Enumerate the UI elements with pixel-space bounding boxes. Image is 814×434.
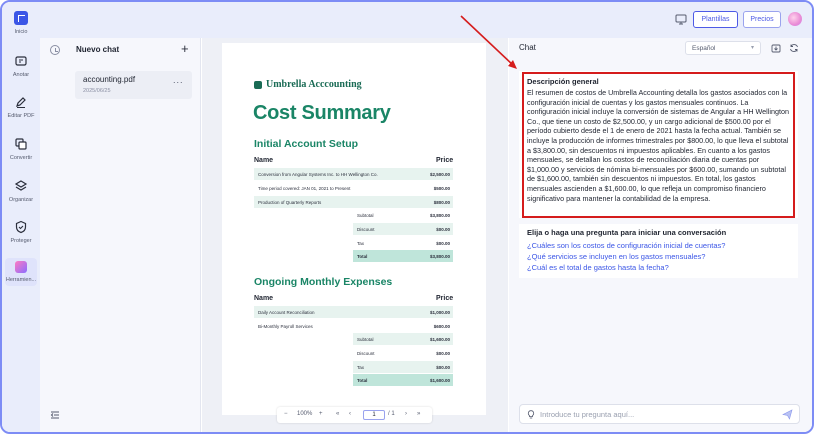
- question-input[interactable]: [540, 408, 770, 420]
- table-row: Conversion from Angular Systems Inc. to …: [254, 168, 453, 180]
- rail-label: Organizar: [8, 197, 34, 203]
- rail-item-home[interactable]: Inicio: [2, 11, 40, 35]
- avatar[interactable]: [788, 12, 802, 26]
- rail-item-organize[interactable]: Organizar: [2, 179, 40, 203]
- table-row: Production of Quarterly Reports $800.00: [254, 196, 453, 208]
- brand-logo: Umbrella Acccounting: [254, 79, 362, 90]
- send-icon[interactable]: [782, 409, 793, 420]
- table-row: Bi-Monthly Payroll Services $600.00: [258, 324, 450, 329]
- document-card[interactable]: accounting.pdf 2025/06/25 ...: [75, 71, 192, 99]
- new-chat-plus-button[interactable]: +: [181, 41, 189, 56]
- collapse-panel-icon[interactable]: [50, 410, 60, 423]
- language-value: Español: [692, 45, 716, 52]
- brand-name: Umbrella Acccounting: [266, 79, 362, 90]
- rail-label: Anotar: [12, 72, 30, 78]
- chat-title: Chat: [519, 43, 536, 52]
- chat-list-panel: Nuevo chat + accounting.pdf 2025/06/25 .…: [40, 38, 201, 432]
- subtotal-row: Subtotal $1,600.00: [353, 333, 453, 345]
- suggested-question[interactable]: ¿Cuál es el total de gastos hasta la fec…: [527, 263, 669, 272]
- initial-setup-heading: Initial Account Setup: [254, 138, 359, 150]
- question-input-box: [519, 404, 800, 424]
- chat-panel: Chat Español ▾ Descripción general El re…: [509, 38, 812, 432]
- total-row: Total $3,800.00: [353, 250, 453, 262]
- lightbulb-icon[interactable]: [527, 410, 535, 419]
- more-options-button[interactable]: ...: [173, 75, 184, 85]
- zoom-in-button[interactable]: +: [319, 411, 323, 417]
- col-head-name: Name: [254, 295, 274, 302]
- suggested-question[interactable]: ¿Qué servicios se incluyen en los gastos…: [527, 252, 705, 261]
- summary-body: El resumen de costos de Umbrella Account…: [527, 88, 789, 203]
- discount-row: Discount $00.00: [357, 351, 450, 356]
- rail-item-annotate[interactable]: Anotar: [2, 54, 40, 78]
- refresh-icon[interactable]: [789, 43, 799, 53]
- pdf-page: Umbrella Acccounting Cost Summary Initia…: [222, 43, 486, 415]
- rail-item-protect[interactable]: Proteger: [2, 220, 40, 244]
- zoom-toolbar: − 100% + « ‹ 1 / 1 › »: [277, 407, 432, 423]
- rail-item-edit-pdf[interactable]: Editar PDF: [2, 95, 40, 119]
- tools-icon: [15, 261, 27, 273]
- layers-icon: [14, 180, 28, 191]
- table-row: Time period covered: JAN 01, 2021 to Pre…: [258, 186, 450, 191]
- table-row: Daily Account Reconciliation $1,000.00: [254, 306, 453, 318]
- questions-title: Elija o haga una pregunta para iniciar u…: [527, 228, 727, 237]
- first-page-button[interactable]: «: [336, 411, 339, 417]
- col-head-price: Price: [436, 295, 454, 302]
- document-name: accounting.pdf: [83, 75, 136, 84]
- convert-icon: [15, 138, 27, 150]
- language-select[interactable]: Español ▾: [685, 41, 761, 55]
- pricing-button[interactable]: Precios: [743, 11, 781, 28]
- tax-row: Tax $00.00: [353, 361, 453, 373]
- app-logo-icon: [14, 11, 28, 25]
- zoom-level[interactable]: 100%: [297, 411, 312, 417]
- templates-button[interactable]: Plantillas: [693, 11, 738, 28]
- col-head-name: Name: [254, 157, 274, 164]
- rail-item-tools[interactable]: Herramien...: [2, 258, 40, 286]
- summary-title: Descripción general: [527, 77, 599, 86]
- document-date: 2025/06/25: [83, 88, 111, 94]
- history-icon[interactable]: [50, 45, 60, 55]
- left-rail: Inicio Anotar Editar PDF Convertir Organ…: [2, 2, 40, 432]
- rail-active-highlight: Herramien...: [5, 258, 37, 286]
- top-bar: Plantillas Precios: [2, 2, 812, 38]
- document-title: Cost Summary: [253, 102, 391, 124]
- col-head-price: Price: [436, 157, 454, 164]
- page-count: / 1: [388, 411, 395, 417]
- rail-label: Convertir: [9, 155, 33, 161]
- document-viewer: Umbrella Acccounting Cost Summary Initia…: [202, 38, 508, 432]
- prev-page-button[interactable]: ‹: [349, 411, 351, 417]
- suggested-question[interactable]: ¿Cuáles son los costos de configuración …: [527, 241, 725, 250]
- chevron-down-icon: ▾: [750, 45, 754, 51]
- page-number-input[interactable]: 1: [363, 410, 385, 420]
- last-page-button[interactable]: »: [417, 411, 420, 417]
- total-row: Total $1,600.00: [353, 374, 453, 386]
- umbrella-icon: [254, 80, 262, 89]
- download-icon[interactable]: [771, 43, 781, 53]
- rail-label: Inicio: [14, 29, 28, 35]
- zoom-out-button[interactable]: −: [284, 411, 288, 417]
- shield-icon: [15, 220, 27, 234]
- rail-item-convert[interactable]: Convertir: [2, 137, 40, 161]
- discount-row: Discount $00.00: [353, 223, 453, 235]
- next-page-button[interactable]: ›: [405, 411, 407, 417]
- new-chat-title: Nuevo chat: [76, 45, 120, 54]
- edit-icon: [16, 97, 26, 109]
- screen-icon[interactable]: [675, 13, 687, 25]
- subtotal-row: Subtotal $3,800.00: [357, 213, 450, 218]
- rail-label: Herramien...: [5, 277, 37, 283]
- app-window: Plantillas Precios Inicio Anotar Editar …: [0, 0, 814, 434]
- annotate-icon: [15, 56, 27, 66]
- rail-label: Proteger: [10, 238, 32, 244]
- monthly-expenses-heading: Ongoing Monthly Expenses: [254, 276, 393, 288]
- rail-label: Editar PDF: [7, 113, 35, 119]
- tax-row: Tax $00.00: [357, 241, 450, 246]
